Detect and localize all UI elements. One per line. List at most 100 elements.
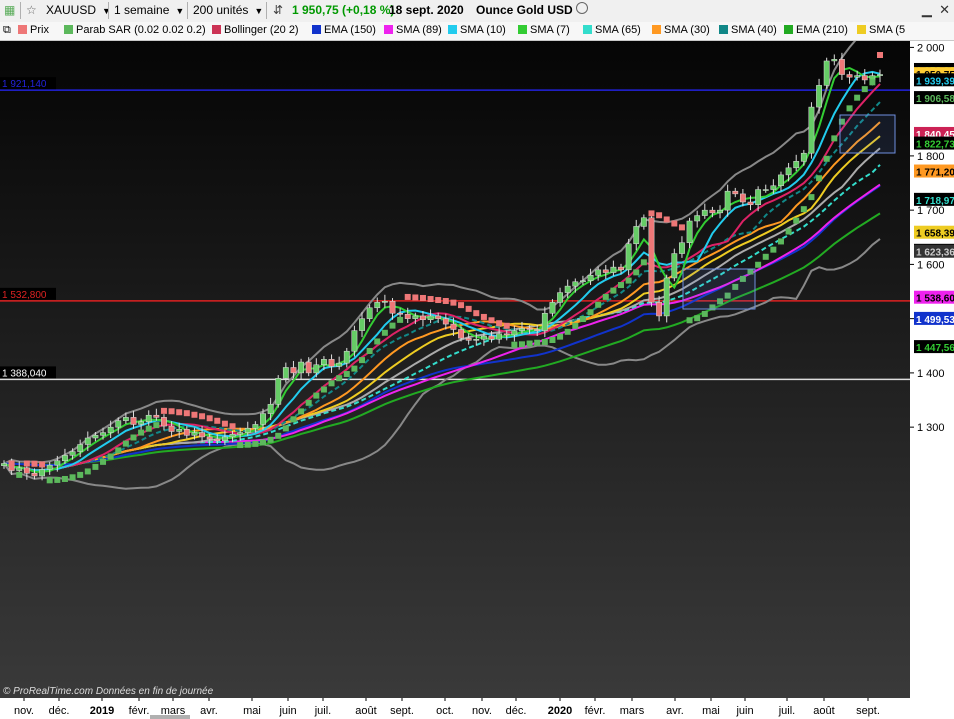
sar-dot [244, 441, 251, 448]
candle-body [336, 362, 343, 367]
candle-body [572, 281, 579, 287]
sar-dot [412, 294, 419, 301]
units-select[interactable]: 200 unités ▼ [193, 3, 263, 17]
candle-body [480, 335, 487, 340]
indicator-swatch [64, 25, 73, 34]
candle-body [46, 464, 53, 470]
window-controls: ▁ ✕ [922, 2, 950, 18]
star-icon[interactable]: ☆ [26, 3, 37, 17]
sar-dot [800, 206, 807, 213]
sar-dot [633, 269, 640, 276]
minimize-icon[interactable]: ▁ [922, 2, 932, 17]
candle-body [877, 74, 883, 76]
candle-body [519, 328, 525, 331]
candle-body [526, 328, 533, 330]
sar-dot [648, 210, 655, 217]
axis-value-label: 1 499,53 [916, 315, 954, 326]
y-tick-label: 2 000 [917, 42, 945, 54]
indicator-1[interactable]: Parab SAR (0.02 0.02 0.2) [64, 24, 206, 36]
chart-type-icon[interactable]: ▦ [4, 3, 15, 17]
candle-body [252, 424, 259, 429]
settings-icon[interactable]: ⧉ [3, 24, 11, 37]
sar-dot [762, 253, 769, 260]
y-tick-label: 1 600 [917, 259, 945, 271]
axis-value-label: 1 718,97 [916, 196, 954, 207]
sar-dot [8, 460, 15, 467]
price-chart[interactable]: 1 921,140 1 532,800 1 388,040 1 300 1 400 1 5… [0, 41, 954, 719]
candle-body [290, 367, 297, 374]
info-icon[interactable] [576, 2, 588, 14]
sar-dot [199, 413, 206, 420]
sar-dot [160, 407, 167, 414]
sar-dot [770, 246, 777, 253]
axis-value-label: 1 623,36 [916, 248, 954, 259]
indicator-legend: ⧉ Prix Parab SAR (0.02 0.02 0.2) Bollinger … [0, 22, 954, 41]
indicator-3[interactable]: EMA (150) [312, 24, 376, 36]
candle-body [557, 292, 563, 303]
candle-body [618, 266, 624, 271]
candle-body [808, 106, 815, 154]
candle-body [77, 444, 84, 452]
sar-dot [877, 51, 883, 58]
indicator-8[interactable]: SMA (30) [652, 24, 710, 36]
indicator-4[interactable]: SMA (89) [384, 24, 442, 36]
candle-body [709, 209, 716, 214]
candle-body [54, 460, 61, 466]
candle-body [701, 209, 708, 216]
candle-body [138, 421, 145, 425]
indicator-6[interactable]: SMA (7) [518, 24, 570, 36]
candle-body [298, 361, 304, 374]
toolbar: ▦ ☆ XAUUSD ▼ 1 semaine ▼ 200 unités ▼ ⇵ 1 9… [0, 0, 954, 23]
symbol-select[interactable]: XAUUSD ▼ [46, 3, 111, 17]
candle-body [191, 432, 198, 436]
candle-body [69, 451, 76, 456]
candle-body [679, 242, 685, 254]
indicator-swatch [583, 25, 592, 34]
candle-body [458, 329, 464, 339]
candle-body [305, 361, 312, 374]
sar-dot [23, 460, 30, 467]
candle-body [610, 266, 617, 273]
candle-body [755, 189, 762, 205]
indicator-11[interactable]: SMA (5 [857, 24, 905, 36]
indicator-swatch [518, 25, 527, 34]
timeframe-select[interactable]: 1 semaine ▼ [114, 3, 184, 17]
sar-dot [511, 341, 518, 348]
candle-body [343, 350, 350, 364]
sar-dot [656, 212, 663, 219]
candle-body [16, 467, 23, 471]
indicator-5[interactable]: SMA (10) [448, 24, 506, 36]
chevron-down-icon: ▼ [254, 6, 264, 16]
candle-body [580, 280, 586, 283]
candle-body [153, 414, 160, 418]
sar-dot [397, 316, 404, 323]
candle-body [762, 189, 769, 191]
candle-body [275, 378, 282, 405]
indicator-2[interactable]: Bollinger (20 2) [212, 24, 299, 36]
sar-dot [663, 216, 670, 223]
arrows-icon[interactable]: ⇵ [273, 3, 283, 17]
close-icon[interactable]: ✕ [939, 2, 950, 17]
sar-dot [381, 329, 388, 336]
indicator-swatch [784, 25, 793, 34]
candle-body [381, 301, 388, 303]
x-tick-label: août [355, 705, 376, 717]
candle-body [663, 277, 670, 317]
indicator-swatch [857, 25, 866, 34]
axis-value-label: 1 939,39 [916, 76, 954, 87]
candle-body [846, 74, 853, 78]
indicator-9[interactable]: SMA (40) [719, 24, 777, 36]
x-tick-label: juil. [778, 705, 796, 717]
reference-line-label: 1 921,140 [2, 79, 47, 90]
date-scroll-handle [150, 715, 190, 719]
sar-dot [861, 86, 868, 93]
sar-dot [92, 463, 99, 470]
candle-body [541, 312, 548, 331]
indicator-7[interactable]: SMA (65) [583, 24, 641, 36]
sar-dot [526, 340, 533, 347]
sar-dot [671, 220, 678, 227]
indicator-0[interactable]: Prix [18, 24, 49, 36]
x-tick-label: 2019 [90, 705, 114, 717]
sar-dot [579, 316, 586, 323]
indicator-10[interactable]: EMA (210) [784, 24, 848, 36]
